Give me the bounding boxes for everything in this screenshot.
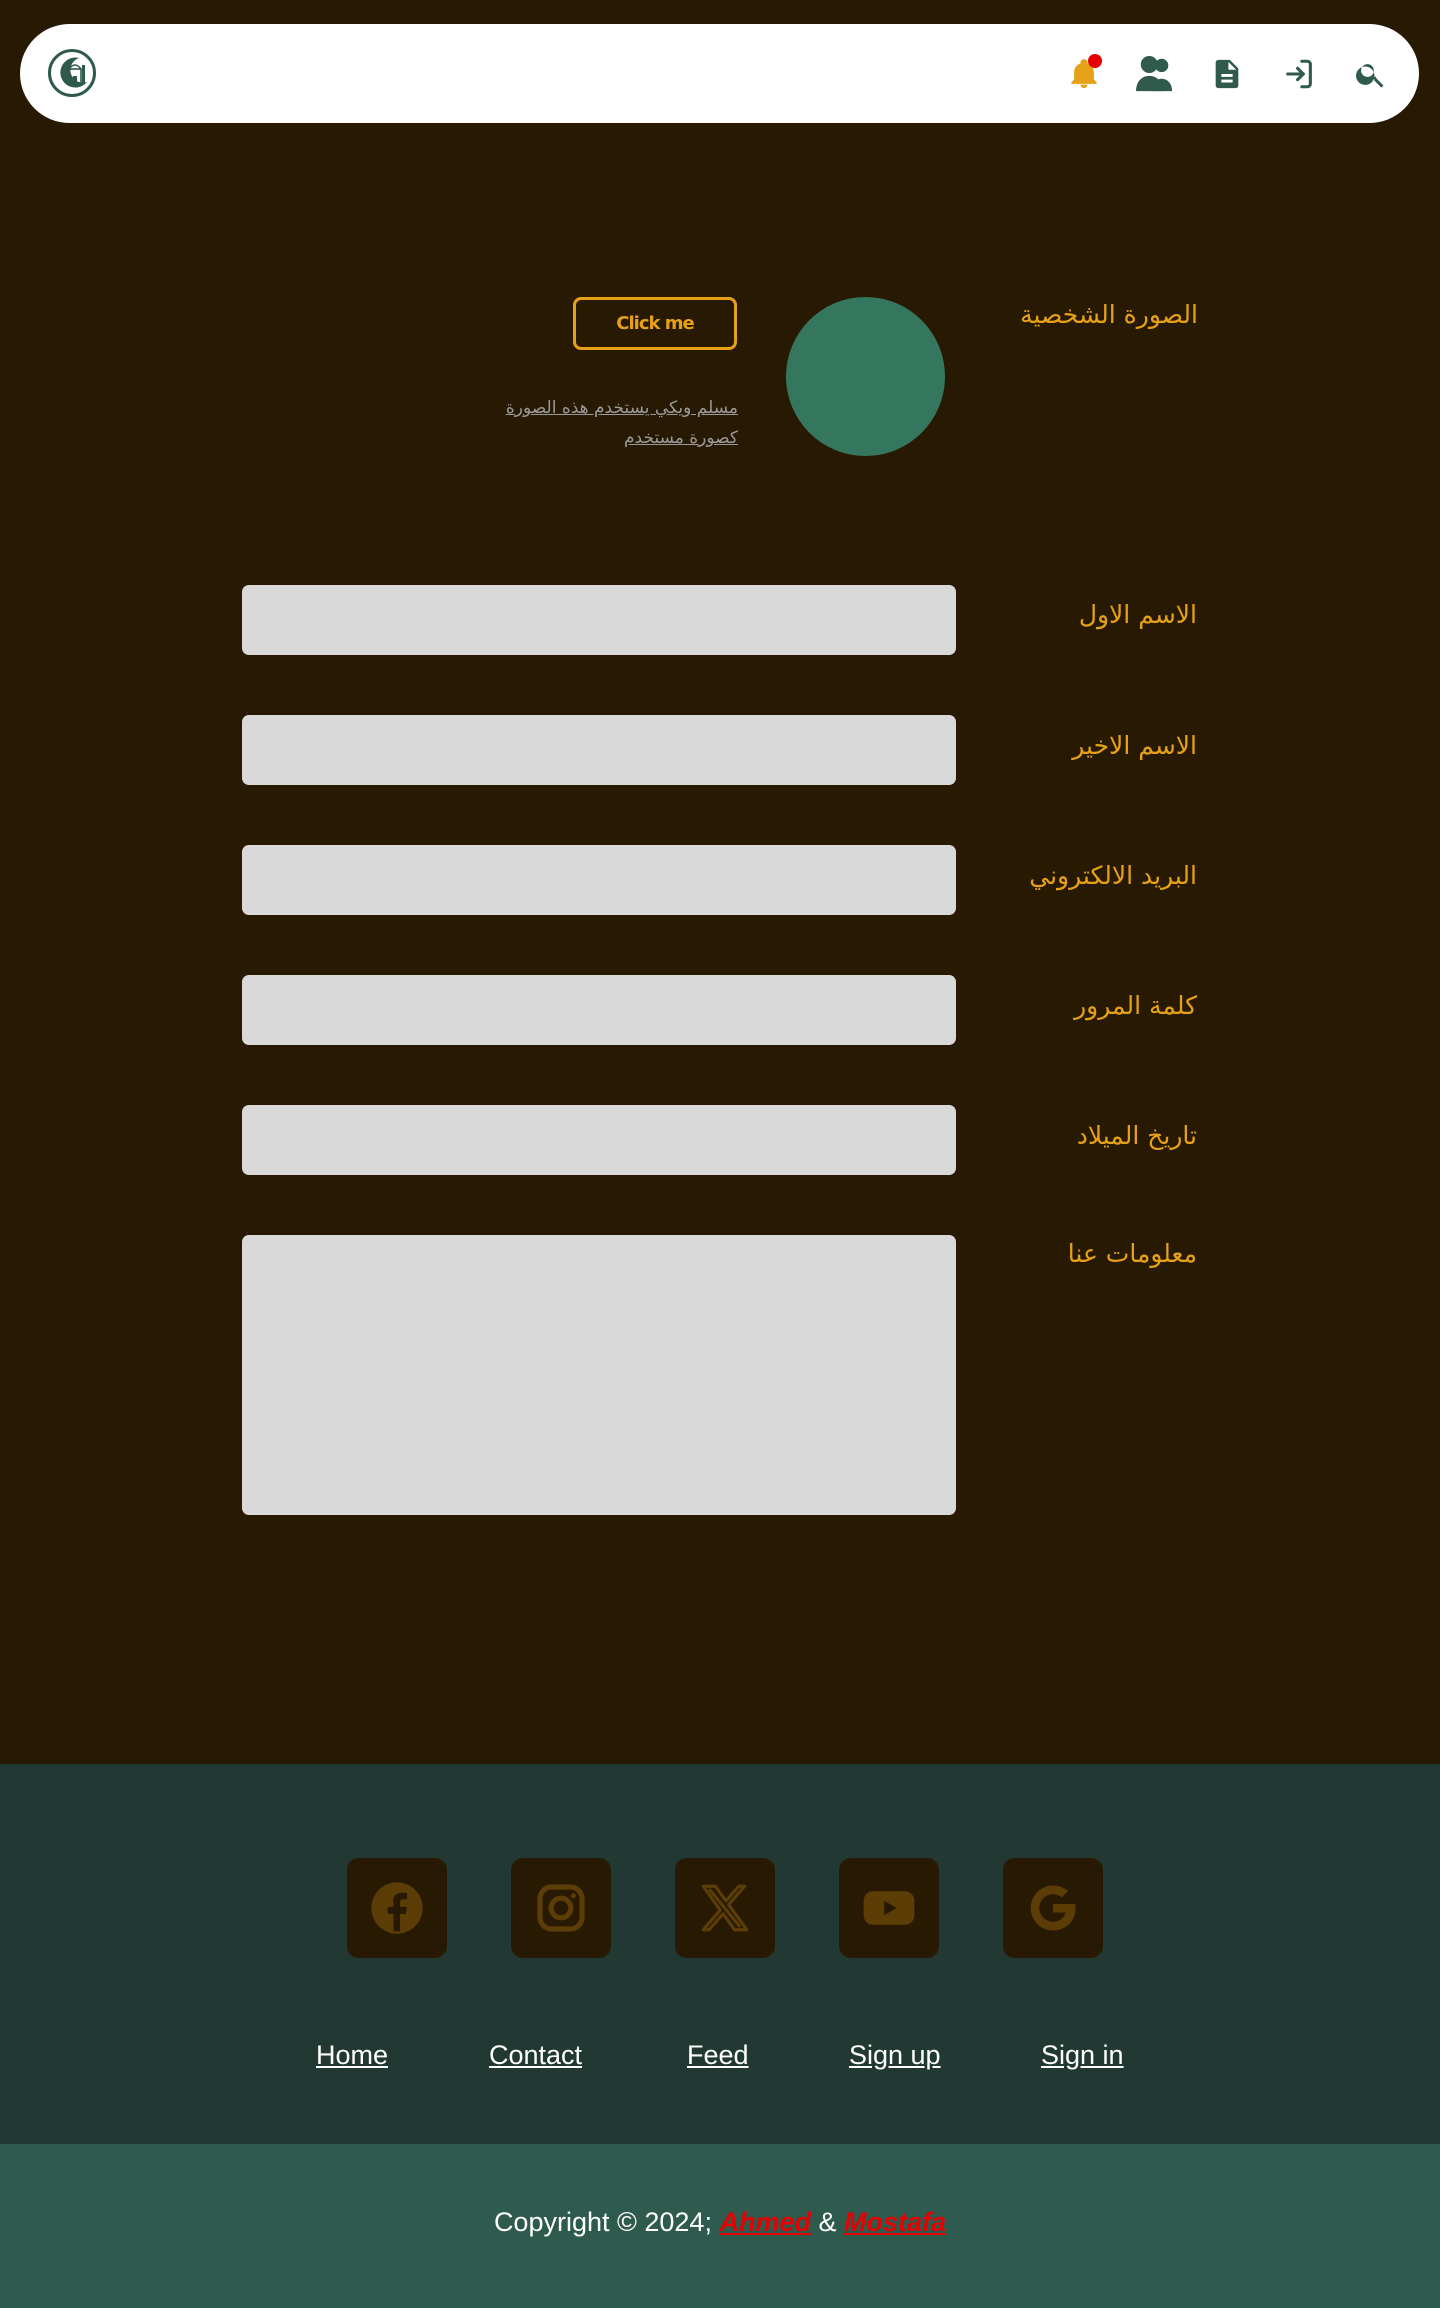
author-link-mostafa[interactable]: Mostafa bbox=[844, 2207, 946, 2237]
email-label: البريد الالكتروني bbox=[1029, 861, 1197, 890]
x-icon[interactable] bbox=[675, 1858, 775, 1958]
footer-link-home[interactable]: Home bbox=[316, 2040, 388, 2071]
mosque-logo-icon[interactable] bbox=[48, 49, 96, 97]
click-me-button[interactable]: Click me bbox=[573, 297, 737, 350]
password-label: كلمة المرور bbox=[1074, 991, 1197, 1020]
search-icon[interactable] bbox=[1349, 52, 1393, 96]
google-icon[interactable] bbox=[1003, 1858, 1103, 1958]
avatar-label: الصورة الشخصية bbox=[1020, 300, 1198, 329]
copyright-text: Copyright © 2024; Ahmed & Mostafa bbox=[0, 2207, 1440, 2238]
navbar bbox=[20, 24, 1419, 123]
footer-link-feed[interactable]: Feed bbox=[687, 2040, 749, 2071]
avatar-usage-note-line1: مسلم ويكي يستخدم هذه الصورة bbox=[505, 398, 738, 418]
email-input[interactable] bbox=[242, 845, 956, 915]
facebook-icon[interactable] bbox=[347, 1858, 447, 1958]
sign-in-icon[interactable] bbox=[1277, 52, 1321, 96]
copyright-bar: Copyright © 2024; Ahmed & Mostafa bbox=[0, 2144, 1440, 2308]
footer: Home Contact Feed Sign up Sign in bbox=[0, 1764, 1440, 2144]
avatar-usage-note[interactable]: مسلم ويكي يستخدم هذه الصورة كصورة مستخدم bbox=[470, 393, 738, 453]
document-icon[interactable] bbox=[1205, 52, 1249, 96]
users-icon[interactable] bbox=[1133, 52, 1177, 96]
avatar bbox=[786, 297, 945, 456]
instagram-icon[interactable] bbox=[511, 1858, 611, 1958]
first-name-label: الاسم الاول bbox=[1078, 600, 1197, 629]
bell-icon[interactable] bbox=[1062, 52, 1106, 96]
about-label: معلومات عنا bbox=[1067, 1239, 1197, 1268]
author-link-ahmed[interactable]: Ahmed bbox=[719, 2207, 811, 2237]
copyright-ampersand: & bbox=[818, 2207, 837, 2237]
footer-link-sign-in[interactable]: Sign in bbox=[1041, 2040, 1124, 2071]
footer-link-sign-up[interactable]: Sign up bbox=[849, 2040, 941, 2071]
footer-link-contact[interactable]: Contact bbox=[489, 2040, 582, 2071]
copyright-prefix: Copyright © 2024; bbox=[493, 2207, 712, 2237]
birthdate-label: تاريخ الميلاد bbox=[1076, 1121, 1197, 1150]
youtube-icon[interactable] bbox=[839, 1858, 939, 1958]
notification-dot bbox=[1088, 54, 1102, 68]
about-textarea[interactable] bbox=[242, 1235, 956, 1515]
last-name-label: الاسم الاخير bbox=[1072, 731, 1197, 760]
password-input[interactable] bbox=[242, 975, 956, 1045]
avatar-usage-note-line2: كصورة مستخدم bbox=[624, 428, 738, 448]
first-name-input[interactable] bbox=[242, 585, 956, 655]
birthdate-input[interactable] bbox=[242, 1105, 956, 1175]
last-name-input[interactable] bbox=[242, 715, 956, 785]
